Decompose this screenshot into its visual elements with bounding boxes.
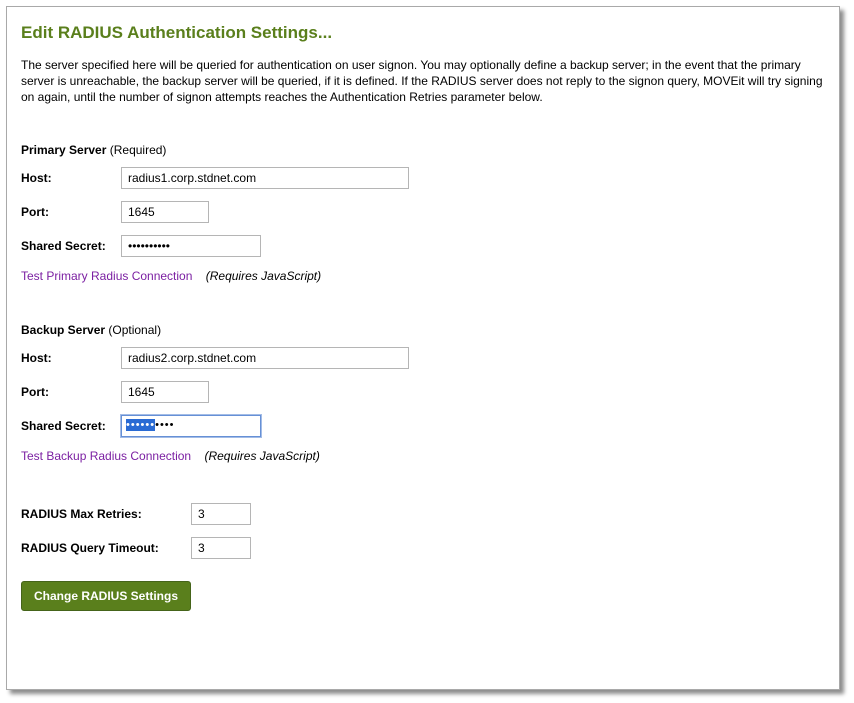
backup-secret-input[interactable] bbox=[121, 415, 261, 437]
primary-server-header-note: (Required) bbox=[106, 143, 166, 157]
primary-secret-label: Shared Secret: bbox=[21, 239, 121, 253]
page-title: Edit RADIUS Authentication Settings... bbox=[21, 23, 825, 43]
primary-port-input[interactable] bbox=[121, 201, 209, 223]
change-radius-settings-button[interactable]: Change RADIUS Settings bbox=[21, 581, 191, 611]
primary-server-header: Primary Server (Required) bbox=[21, 143, 825, 157]
max-retries-label: RADIUS Max Retries: bbox=[21, 507, 191, 521]
query-timeout-input[interactable] bbox=[191, 537, 251, 559]
backup-host-label: Host: bbox=[21, 351, 121, 365]
backup-host-input[interactable] bbox=[121, 347, 409, 369]
primary-server-header-name: Primary Server bbox=[21, 143, 106, 157]
primary-port-label: Port: bbox=[21, 205, 121, 219]
max-retries-input[interactable] bbox=[191, 503, 251, 525]
primary-host-input[interactable] bbox=[121, 167, 409, 189]
description-text: The server specified here will be querie… bbox=[21, 57, 825, 105]
test-primary-link[interactable]: Test Primary Radius Connection bbox=[21, 269, 192, 283]
backup-port-label: Port: bbox=[21, 385, 121, 399]
backup-server-header: Backup Server (Optional) bbox=[21, 323, 825, 337]
primary-secret-input[interactable] bbox=[121, 235, 261, 257]
backup-port-input[interactable] bbox=[121, 381, 209, 403]
settings-panel: Edit RADIUS Authentication Settings... T… bbox=[6, 6, 840, 690]
backup-server-header-note: (Optional) bbox=[105, 323, 161, 337]
backup-secret-label: Shared Secret: bbox=[21, 419, 121, 433]
backup-server-header-name: Backup Server bbox=[21, 323, 105, 337]
primary-host-label: Host: bbox=[21, 171, 121, 185]
test-backup-requires: (Requires JavaScript) bbox=[204, 449, 319, 463]
test-backup-link[interactable]: Test Backup Radius Connection bbox=[21, 449, 191, 463]
query-timeout-label: RADIUS Query Timeout: bbox=[21, 541, 191, 555]
test-primary-requires: (Requires JavaScript) bbox=[206, 269, 321, 283]
